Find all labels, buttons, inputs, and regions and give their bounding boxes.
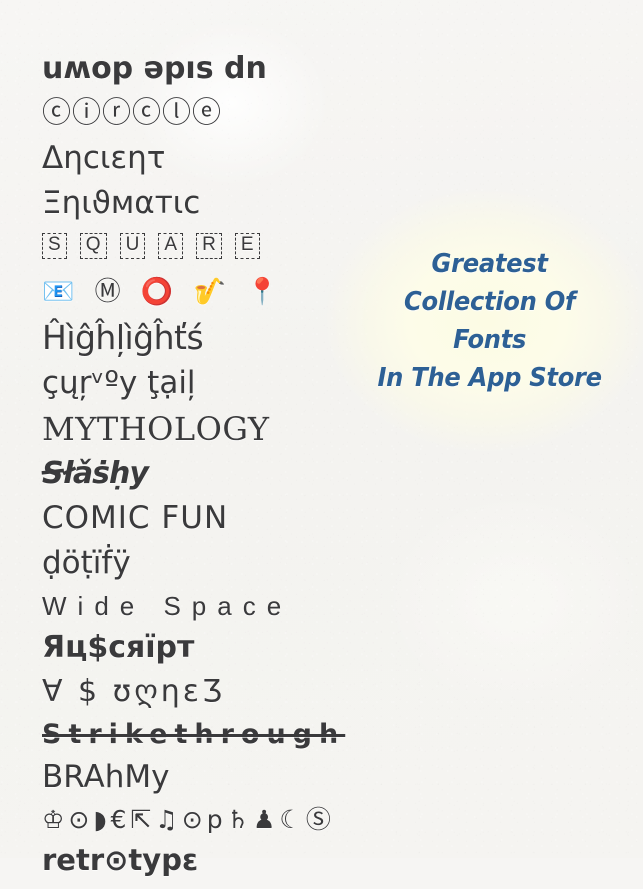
pushpin-icon: 📍 bbox=[246, 277, 282, 308]
font-sample-curvy-tail[interactable]: çųŗᵛºy ţạiļ bbox=[42, 368, 430, 399]
font-sample-russcript[interactable]: Яц$сяïpт bbox=[42, 633, 430, 663]
font-sample-dotify[interactable]: ḍöṭïḟÿ bbox=[42, 548, 430, 579]
font-sample-retrotype[interactable]: retr⊙typε bbox=[42, 846, 430, 875]
circled-m-icon: Ⓜ bbox=[94, 277, 124, 308]
font-sample-ancient[interactable]: Δηcιεητ bbox=[42, 143, 430, 174]
saxophone-icon: 🎷 bbox=[193, 277, 229, 308]
font-sample-highlights[interactable]: Ĥìĝĥļìĝĥťś bbox=[42, 321, 430, 354]
red-circle-icon: ⭕ bbox=[140, 277, 177, 308]
email-icon: 📧 bbox=[42, 277, 78, 308]
square-letter: R bbox=[196, 233, 222, 259]
fonts-preview-screen: Greatest Collection Of Fonts In The App … bbox=[0, 0, 643, 875]
font-sample-upside-down[interactable]: uʍop ǝpıs dn bbox=[42, 54, 430, 84]
font-sample-wide-space[interactable]: Wide Space bbox=[42, 593, 430, 619]
font-sample-square[interactable]: S Q U A R E bbox=[42, 233, 430, 259]
font-sample-circle[interactable]: ⓒⓘⓡⓒⓛⓔ bbox=[42, 98, 430, 127]
square-letter: U bbox=[119, 233, 146, 259]
square-letter: A bbox=[158, 233, 184, 259]
font-sample-emoji[interactable]: 📧 Ⓜ ⭕ 🎷 📍 bbox=[42, 277, 430, 308]
font-sample-strikethrough[interactable]: Strikethrough bbox=[42, 721, 430, 748]
font-sample-enigmatic[interactable]: Ξηιϑмαтιc bbox=[42, 188, 430, 219]
font-sample-slashy[interactable]: Ꞩłǎṡḥy bbox=[42, 459, 430, 489]
square-letter: S bbox=[42, 233, 67, 259]
square-letter: E bbox=[234, 233, 260, 259]
font-sample-mythology[interactable]: MYTHOLOGY bbox=[42, 413, 430, 445]
square-letter: Q bbox=[79, 233, 107, 259]
font-sample-vowels[interactable]: ∀ $ ʊღηεƷ bbox=[42, 677, 430, 707]
font-sample-comic-fun[interactable]: COMIC FUN bbox=[42, 503, 430, 534]
font-sample-symbols[interactable]: ♔⊙◗€⇱♫⊙p♄♟☾Ⓢ bbox=[42, 807, 430, 832]
font-sample-list: uʍop ǝpıs dn ⓒⓘⓡⓒⓛⓔ Δηcιεητ Ξηιϑмαтιc S … bbox=[0, 0, 430, 889]
font-sample-brahmy[interactable]: BRAhMy bbox=[42, 762, 430, 793]
